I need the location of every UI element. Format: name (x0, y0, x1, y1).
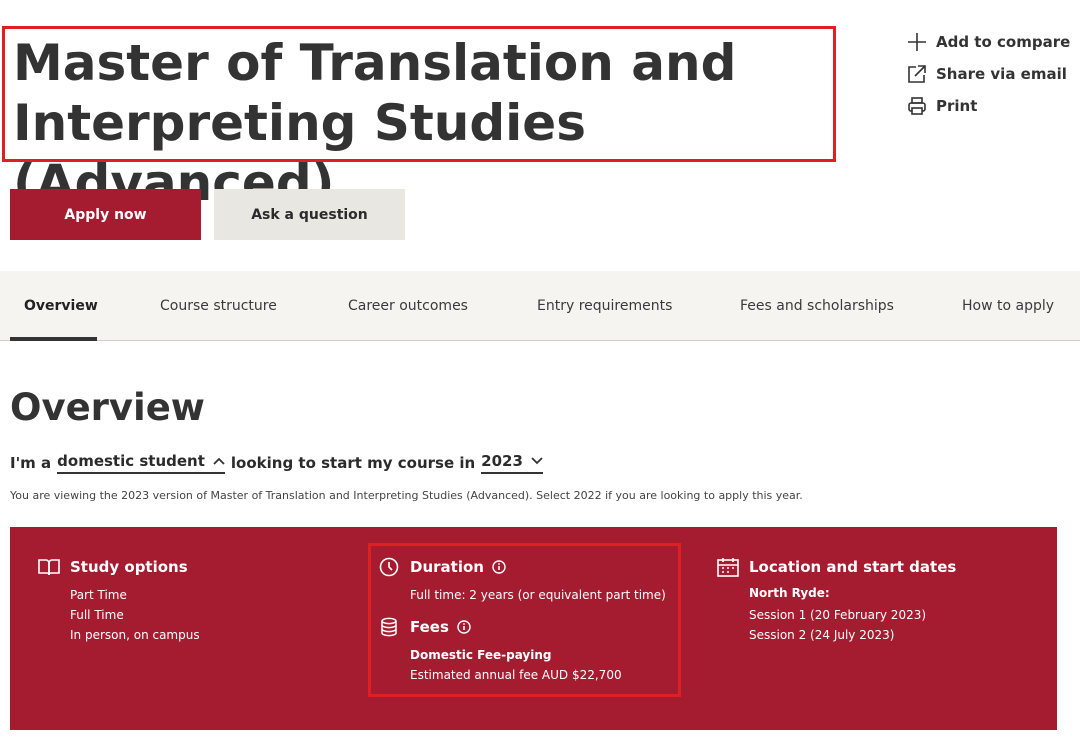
printer-icon (906, 95, 928, 117)
start-year-select[interactable]: 2023 (481, 452, 543, 474)
location-heading: Location and start dates (749, 558, 957, 576)
chevron-up-icon (213, 457, 225, 465)
plus-icon (906, 31, 928, 53)
study-options-heading-row: Study options (38, 555, 200, 579)
student-type-select[interactable]: domestic student (57, 452, 225, 474)
add-to-compare-link[interactable]: Add to compare (906, 26, 1070, 58)
study-options-column: Study options Part Time Full Time In per… (38, 555, 200, 645)
session-date: Session 1 (20 February 2023) (749, 608, 927, 622)
page-title-line1: Master of Translation and (13, 34, 737, 92)
study-option-item: Full Time (70, 608, 124, 622)
apply-now-button[interactable]: Apply now (10, 189, 201, 240)
location-column: Location and start dates North Ryde: Ses… (717, 555, 956, 645)
add-to-compare-label: Add to compare (936, 33, 1071, 51)
print-label: Print (936, 97, 978, 115)
study-option-item: In person, on campus (70, 628, 200, 642)
study-options-heading: Study options (70, 558, 188, 576)
active-tab-indicator (10, 337, 97, 341)
selector-middle: looking to start my course in (230, 454, 476, 472)
tab-how-to-apply[interactable]: How to apply (962, 271, 1054, 341)
chevron-down-icon (531, 457, 543, 465)
share-via-email-link[interactable]: Share via email (906, 58, 1070, 90)
duration-fees-highlight (368, 543, 681, 697)
session-date: Session 2 (24 July 2023) (749, 628, 895, 642)
overview-heading: Overview (10, 386, 205, 429)
tab-fees-and-scholarships[interactable]: Fees and scholarships (740, 271, 894, 341)
study-option-item: Part Time (70, 588, 127, 602)
page-title: Master of Translation and Interpreting S… (13, 33, 833, 213)
campus-name: North Ryde: (749, 586, 830, 600)
course-title-highlight: Master of Translation and Interpreting S… (2, 26, 836, 212)
location-heading-row: Location and start dates (717, 555, 956, 579)
calendar-icon (717, 556, 739, 578)
book-icon (38, 556, 60, 578)
side-actions: Add to compare Share via email Print (906, 26, 1070, 122)
tab-overview[interactable]: Overview (24, 271, 98, 341)
ask-question-button[interactable]: Ask a question (214, 189, 405, 240)
selector-prefix: I'm a (10, 454, 52, 472)
tab-career-outcomes[interactable]: Career outcomes (348, 271, 468, 341)
share-via-email-label: Share via email (936, 65, 1067, 83)
tab-course-structure[interactable]: Course structure (160, 271, 277, 341)
start-year-value: 2023 (481, 452, 523, 470)
student-type-value: domestic student (57, 452, 205, 470)
external-share-icon (906, 63, 928, 85)
print-link[interactable]: Print (906, 90, 1070, 122)
section-tabs: Overview Course structure Career outcome… (0, 271, 1080, 341)
version-note: You are viewing the 2023 version of Mast… (10, 489, 803, 502)
course-selector: I'm a domestic student looking to start … (10, 452, 549, 474)
tab-entry-requirements[interactable]: Entry requirements (537, 271, 672, 341)
